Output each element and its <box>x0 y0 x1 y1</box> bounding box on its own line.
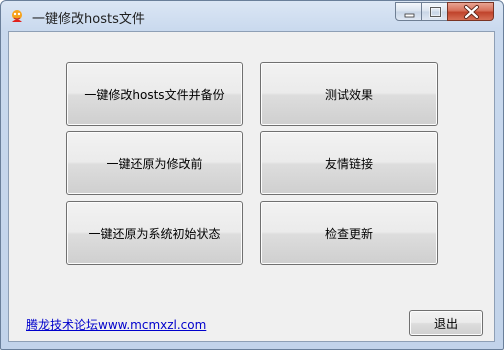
app-icon <box>9 8 25 24</box>
check-update-button[interactable]: 检查更新 <box>260 201 438 265</box>
minimize-button[interactable] <box>395 2 422 21</box>
close-icon <box>464 5 479 19</box>
maximize-button[interactable] <box>421 2 448 21</box>
client-area: 一键修改hosts文件并备份 测试效果 一键还原为修改前 友情链接 一键还原为系… <box>8 31 495 342</box>
app-window: 一键修改hosts文件 一键修改hosts文件并备份 测试效果 一键还原为修改前… <box>0 0 504 350</box>
test-effect-button[interactable]: 测试效果 <box>260 62 438 126</box>
exit-button[interactable]: 退出 <box>409 310 483 336</box>
maximize-icon <box>429 6 442 18</box>
minimize-icon <box>404 13 415 18</box>
title-bar[interactable]: 一键修改hosts文件 <box>1 1 503 31</box>
window-title: 一键修改hosts文件 <box>32 12 145 27</box>
friend-links-button[interactable]: 友情链接 <box>260 131 438 195</box>
modify-backup-button[interactable]: 一键修改hosts文件并备份 <box>66 62 243 126</box>
forum-link[interactable]: 腾龙技术论坛www.mcmxzl.com <box>26 316 206 333</box>
close-button[interactable] <box>447 2 494 21</box>
restore-before-button[interactable]: 一键还原为修改前 <box>66 131 243 195</box>
restore-initial-button[interactable]: 一键还原为系统初始状态 <box>66 201 243 265</box>
